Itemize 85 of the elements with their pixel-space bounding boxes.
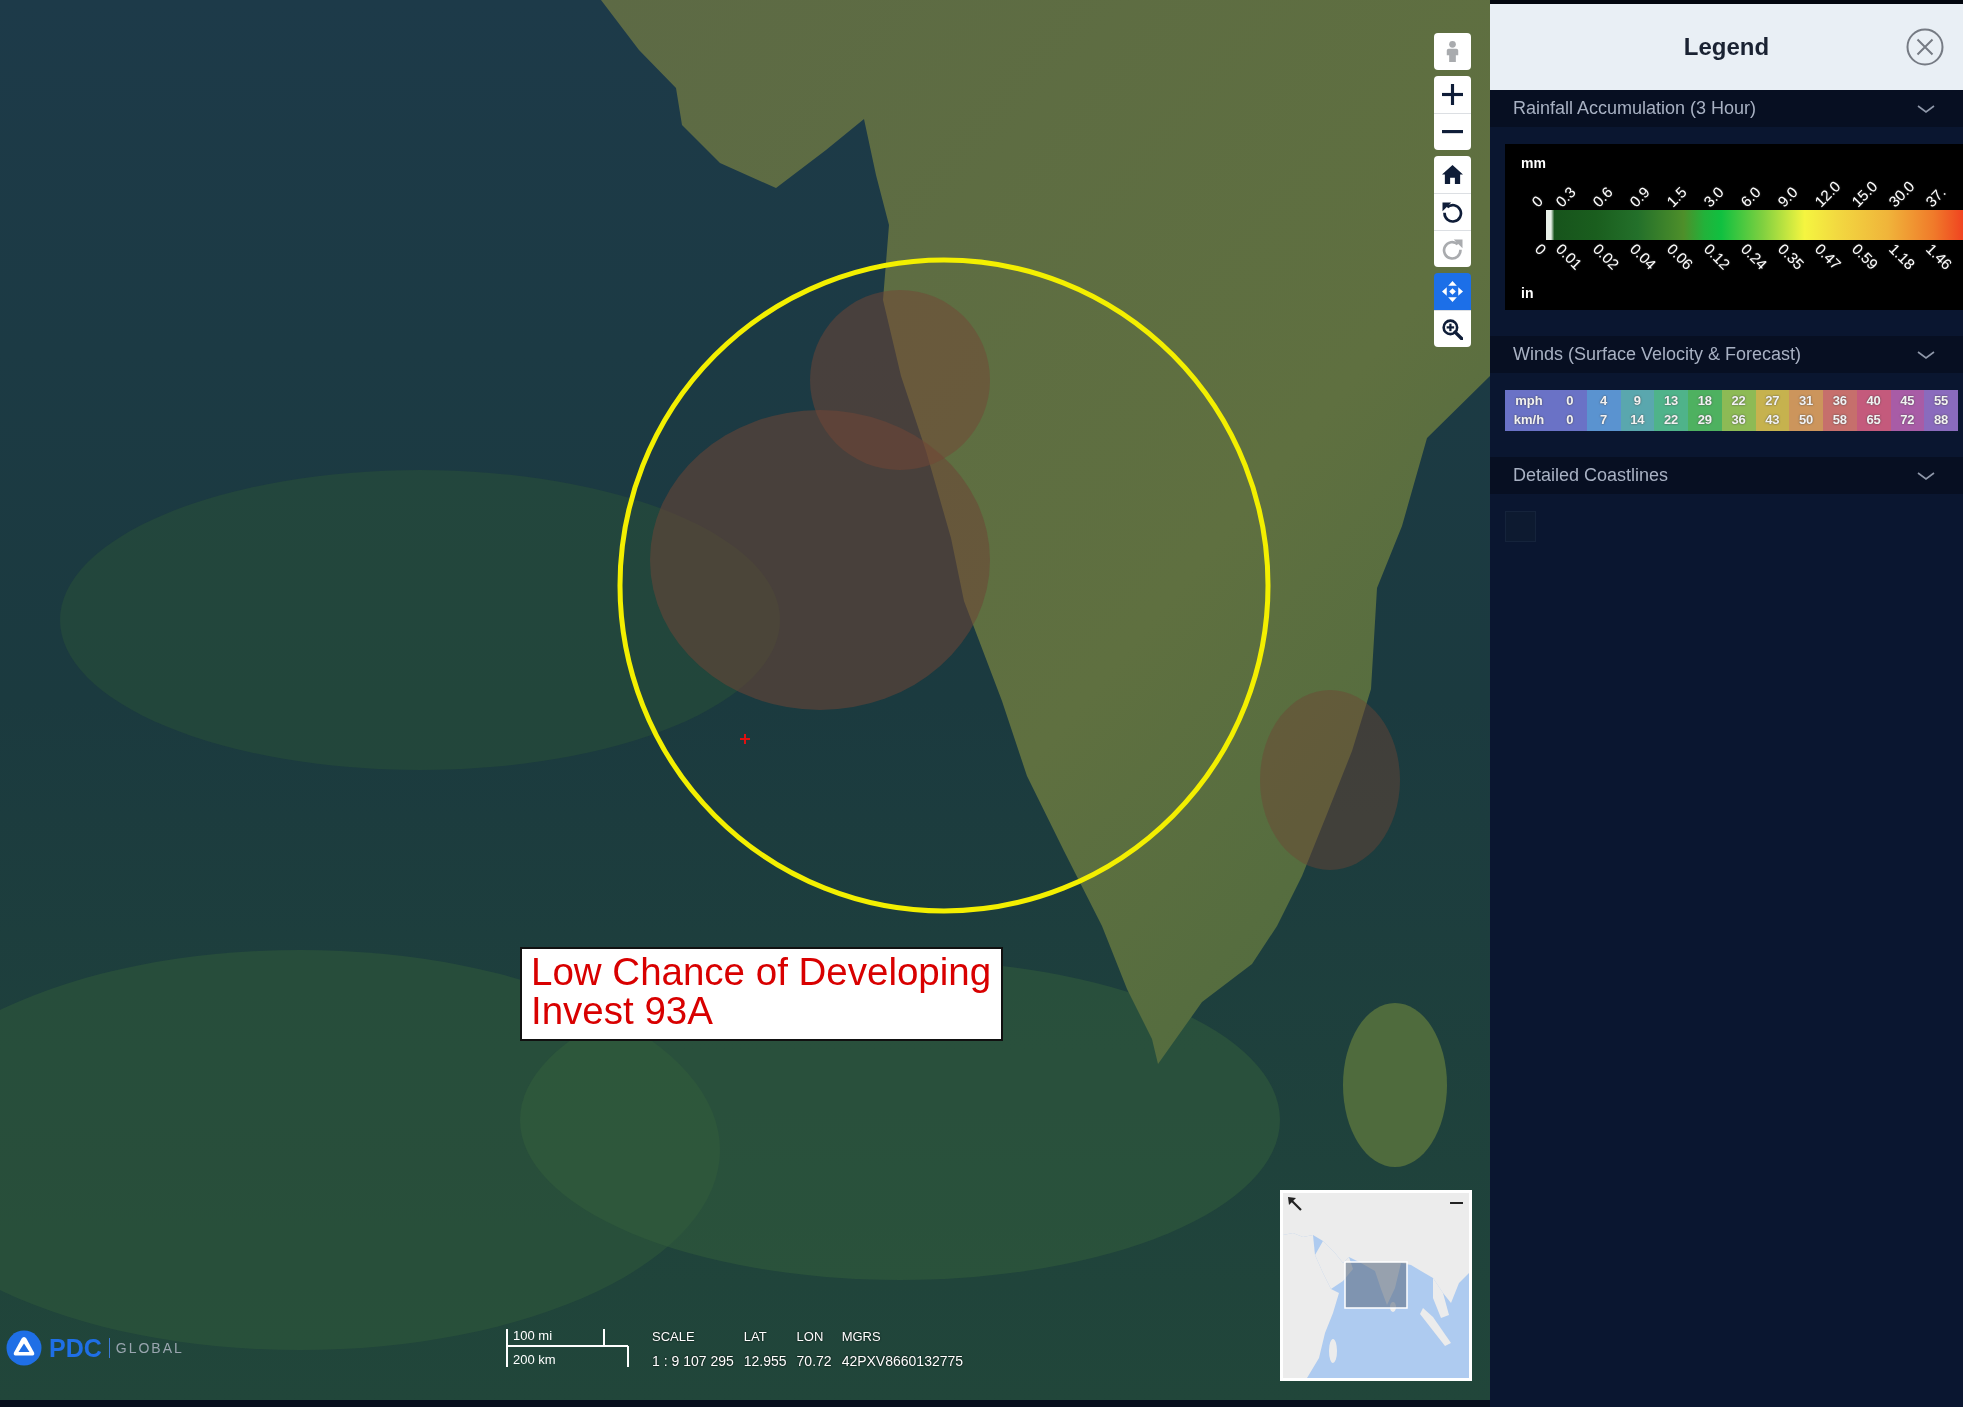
- legend-title: Legend: [1683, 33, 1770, 61]
- readout-label: LON: [796, 1329, 825, 1345]
- zoom-box-button[interactable]: [1434, 310, 1471, 347]
- section-header[interactable]: Rainfall Accumulation (3 Hour): [1490, 90, 1963, 127]
- tick-label: 9.0: [1774, 183, 1801, 210]
- speed-value: 31: [1798, 392, 1814, 410]
- speed-value: 29: [1697, 411, 1713, 429]
- tick-label: 0.24: [1738, 240, 1771, 273]
- logo-suffix: GLOBAL: [108, 1338, 184, 1358]
- tick-label: 0.47: [1812, 240, 1845, 273]
- speed-value: 0: [1566, 411, 1574, 429]
- readout-value: 1 : 9 107 295: [652, 1353, 734, 1370]
- speed-value: 55: [1933, 392, 1949, 410]
- section-header[interactable]: Winds (Surface Velocity & Forecast): [1490, 336, 1963, 373]
- speed-value: 50: [1798, 411, 1814, 429]
- readout-label: LAT: [743, 1329, 768, 1345]
- speed-value: 65: [1866, 411, 1881, 429]
- unit-label: mph: [1515, 392, 1543, 410]
- speed-value: 7: [1600, 411, 1608, 429]
- speed-value: 43: [1765, 411, 1780, 429]
- speed-value: 27: [1765, 392, 1780, 410]
- readout-value: 42PXV8660132775: [841, 1353, 964, 1370]
- readout-label: SCALE: [652, 1329, 696, 1345]
- readout-value: 12.955: [743, 1353, 787, 1370]
- minus-icon[interactable]: [1450, 1202, 1463, 1205]
- tick-label: 3.0: [1700, 183, 1727, 210]
- speed-value: 22: [1663, 411, 1679, 429]
- plus-icon: [1442, 84, 1463, 105]
- viewport-frame[interactable]: [1344, 1261, 1408, 1309]
- tick-label: 0.06: [1664, 240, 1697, 273]
- speed-value: 88: [1933, 411, 1949, 429]
- tick-label: 0: [1532, 240, 1550, 258]
- readout-label: MGRS: [841, 1329, 882, 1345]
- speed-value: 13: [1663, 392, 1679, 410]
- logo-icon: [6, 1330, 42, 1366]
- unit-label: km/h: [1513, 411, 1545, 429]
- zoom-in-icon: [1442, 318, 1463, 340]
- close-icon[interactable]: [1906, 28, 1944, 66]
- speed-value: 22: [1731, 392, 1746, 410]
- speed-value: 14: [1630, 411, 1645, 429]
- diagonal-arrow-icon[interactable]: [1288, 1197, 1302, 1211]
- move-arrows-icon: [1442, 281, 1463, 302]
- minus-icon: [1442, 130, 1463, 134]
- speed-value: 45: [1900, 392, 1915, 410]
- tick-label: 1.18: [1886, 240, 1919, 273]
- tick-label: 15.0: [1848, 177, 1881, 210]
- unit-label: in: [1521, 284, 1534, 302]
- tick-label: 30.0: [1885, 177, 1918, 210]
- speed-value: 4: [1600, 392, 1608, 410]
- speed-value: 58: [1832, 411, 1848, 429]
- tick-label: 6.0: [1737, 183, 1764, 210]
- counterclockwise-arrow-icon: [1442, 201, 1463, 223]
- tick-label: 0.04: [1627, 240, 1660, 273]
- home-icon: [1442, 164, 1463, 185]
- speed-value: 40: [1866, 392, 1881, 410]
- speed-value: 9: [1633, 392, 1641, 410]
- tick-label: 0.3: [1552, 183, 1579, 210]
- annotation-label: Low Chance of Developing Invest 93A: [520, 947, 1004, 1041]
- zoom-in-button[interactable]: [1434, 76, 1471, 113]
- zoom-out-button[interactable]: [1434, 113, 1471, 150]
- speed-value: 18: [1697, 392, 1713, 410]
- readout-value: 70.72: [796, 1353, 832, 1370]
- tick-label: 0.6: [1589, 183, 1616, 210]
- tick-label: 12.0: [1811, 177, 1844, 210]
- speed-value: 36: [1832, 392, 1848, 410]
- speed-value: 36: [1731, 411, 1746, 429]
- logo-wordmark: PDC: [49, 1334, 102, 1362]
- crosshair-icon: [740, 734, 750, 744]
- home-button[interactable]: [1434, 156, 1471, 193]
- clockwise-arrow-icon: [1442, 238, 1463, 260]
- tick-label: 1.46: [1923, 240, 1956, 273]
- scale-label: 200 km: [513, 1352, 557, 1368]
- unit-label: mm: [1521, 154, 1546, 172]
- speed-value: 0: [1566, 392, 1574, 410]
- tick-label: 1.5: [1663, 183, 1690, 210]
- pan-button[interactable]: [1434, 273, 1471, 310]
- tick-label: 0.59: [1849, 240, 1882, 273]
- section-header[interactable]: Detailed Coastlines: [1490, 457, 1963, 494]
- tick-label: 37.: [1922, 183, 1949, 210]
- scale-label: 100 mi: [513, 1328, 554, 1344]
- tick-label: 0.9: [1626, 183, 1653, 210]
- tick-label: 0.35: [1775, 240, 1808, 273]
- tick-label: 0: [1528, 192, 1546, 210]
- rotate-left-button[interactable]: [1434, 193, 1471, 230]
- speed-value: 72: [1900, 411, 1915, 429]
